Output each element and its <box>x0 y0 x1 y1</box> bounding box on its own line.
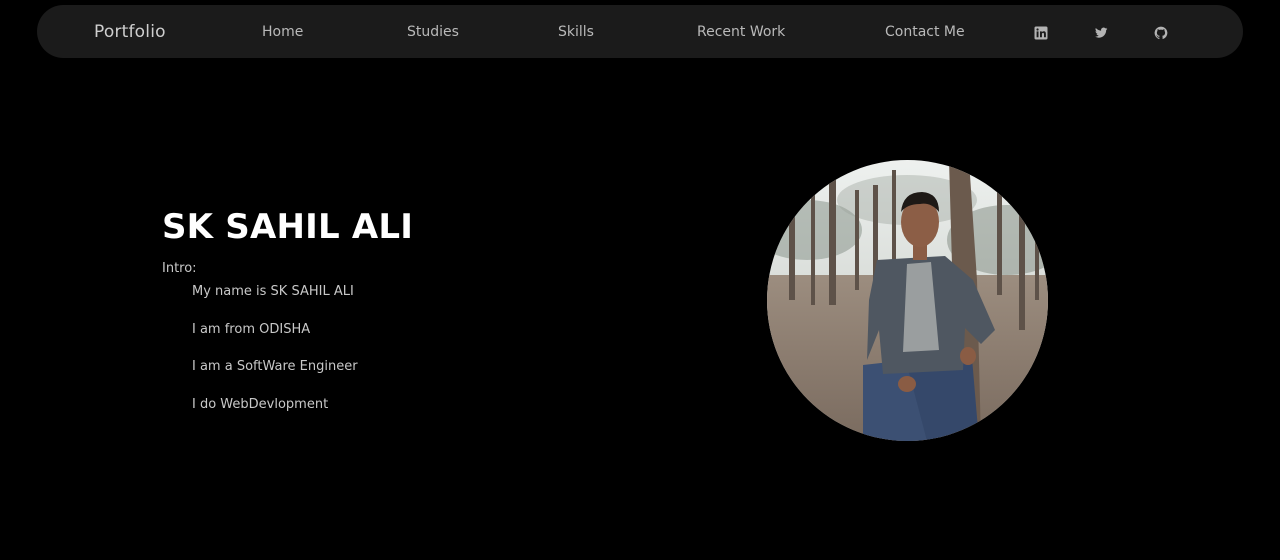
navbar: Portfolio Home Studies Skills Recent Wor… <box>37 5 1243 58</box>
nav-link-contact-me[interactable]: Contact Me <box>885 24 965 40</box>
hero-name: SK SAHIL ALI <box>162 207 414 247</box>
profile-photo <box>767 160 1048 441</box>
intro-item: My name is SK SAHIL ALI <box>192 284 354 299</box>
intro-item: I do WebDevlopment <box>192 396 329 412</box>
brand-logo[interactable]: Portfolio <box>94 22 166 42</box>
page: Portfolio Home Studies Skills Recent Wor… <box>0 0 1280 560</box>
twitter-icon[interactable] <box>1094 26 1108 40</box>
intro-item: I am a SoftWare Engineer <box>192 359 358 374</box>
nav-link-home[interactable]: Home <box>262 24 303 40</box>
intro-label: Intro: <box>162 261 197 276</box>
intro-list: My name is SK SAHIL ALI I am from ODISHA… <box>192 284 358 434</box>
nav-link-recent-work[interactable]: Recent Work <box>697 24 785 40</box>
intro-item: I am from ODISHA <box>192 321 311 337</box>
github-icon[interactable] <box>1154 26 1168 40</box>
nav-link-skills[interactable]: Skills <box>558 24 594 40</box>
linkedin-icon[interactable] <box>1034 26 1048 40</box>
nav-link-studies[interactable]: Studies <box>407 24 459 40</box>
